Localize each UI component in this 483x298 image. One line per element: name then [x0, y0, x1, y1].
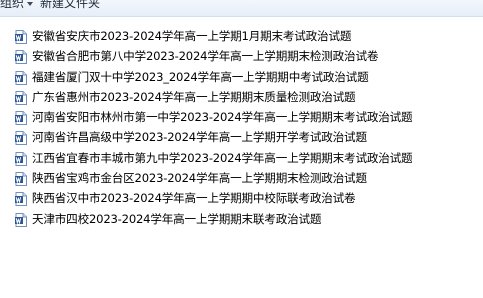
word-document-icon: [15, 110, 27, 126]
file-list: 安徽省安庆市2023-2024学年高一上学期1月期末考试政治试题 安徽省合肥市第…: [0, 26, 483, 229]
file-name: 安徽省安庆市2023-2024学年高一上学期1月期末考试政治试题: [32, 29, 352, 43]
word-document-icon: [15, 70, 27, 85]
explorer-toolbar: 组织 新建文件夹: [0, 0, 483, 17]
file-name: 江西省宜春市丰城市第九中学2023-2024学年高一上学期期末考试政治试题: [32, 150, 413, 165]
word-document-icon: [15, 29, 27, 44]
file-name: 福建省厦门双十中学2023_2024学年高一上学期期中考试政治试题: [32, 69, 369, 84]
file-name: 天津市四校2023-2024学年高一上学期期末联考政治试题: [32, 211, 322, 226]
file-name: 广东省惠州市2023-2024学年高一上学期期末质量检测政治试题: [32, 89, 356, 104]
file-name: 河南省许昌高级中学2023-2024学年高一上学期开学考试政治试题: [32, 130, 367, 145]
file-list-item[interactable]: 广东省惠州市2023-2024学年高一上学期期末质量检测政治试题: [0, 87, 483, 107]
file-list-item[interactable]: 安徽省安庆市2023-2024学年高一上学期1月期末考试政治试题: [0, 26, 483, 46]
word-document-icon: [15, 151, 27, 166]
word-document-icon: [15, 90, 27, 105]
file-list-item[interactable]: 福建省厦门双十中学2023_2024学年高一上学期期中考试政治试题: [0, 67, 483, 87]
file-list-item[interactable]: 陕西省宝鸡市金台区2023-2024学年高一上学期期末检测政治试题: [0, 168, 483, 188]
file-name: 河南省安阳市林州市第一中学2023-2024学年高一上学期期末考试政治试题: [32, 110, 413, 125]
file-name: 陕西省汉中市2023-2024学年高一上学期期中校际联考政治试卷: [32, 191, 356, 206]
file-list-item[interactable]: 陕西省汉中市2023-2024学年高一上学期期中校际联考政治试卷: [0, 188, 483, 208]
file-list-item[interactable]: 河南省安阳市林州市第一中学2023-2024学年高一上学期期末考试政治试题: [0, 107, 483, 127]
file-list-item[interactable]: 河南省许昌高级中学2023-2024学年高一上学期开学考试政治试题: [0, 127, 483, 147]
chevron-down-icon: [27, 1, 34, 6]
file-name: 安徽省合肥市第八中学2023-2024学年高一上学期期末检测政治试卷: [32, 49, 379, 64]
file-list-item[interactable]: 天津市四校2023-2024学年高一上学期期末联考政治试题: [0, 209, 483, 229]
word-document-icon: [15, 49, 27, 65]
file-list-item[interactable]: 安徽省合肥市第八中学2023-2024学年高一上学期期末检测政治试卷: [0, 46, 483, 66]
word-document-icon: [15, 130, 27, 146]
organize-label: 组织: [0, 0, 25, 10]
word-document-icon: [15, 191, 27, 207]
file-list-item[interactable]: 江西省宜春市丰城市第九中学2023-2024学年高一上学期期末考试政治试题: [0, 148, 483, 168]
word-document-icon: [15, 212, 27, 227]
new-folder-button[interactable]: 新建文件夹: [40, 0, 100, 11]
word-document-icon: [15, 171, 27, 187]
organize-button[interactable]: 组织: [0, 0, 34, 11]
file-name: 陕西省宝鸡市金台区2023-2024学年高一上学期期末检测政治试题: [32, 171, 367, 186]
